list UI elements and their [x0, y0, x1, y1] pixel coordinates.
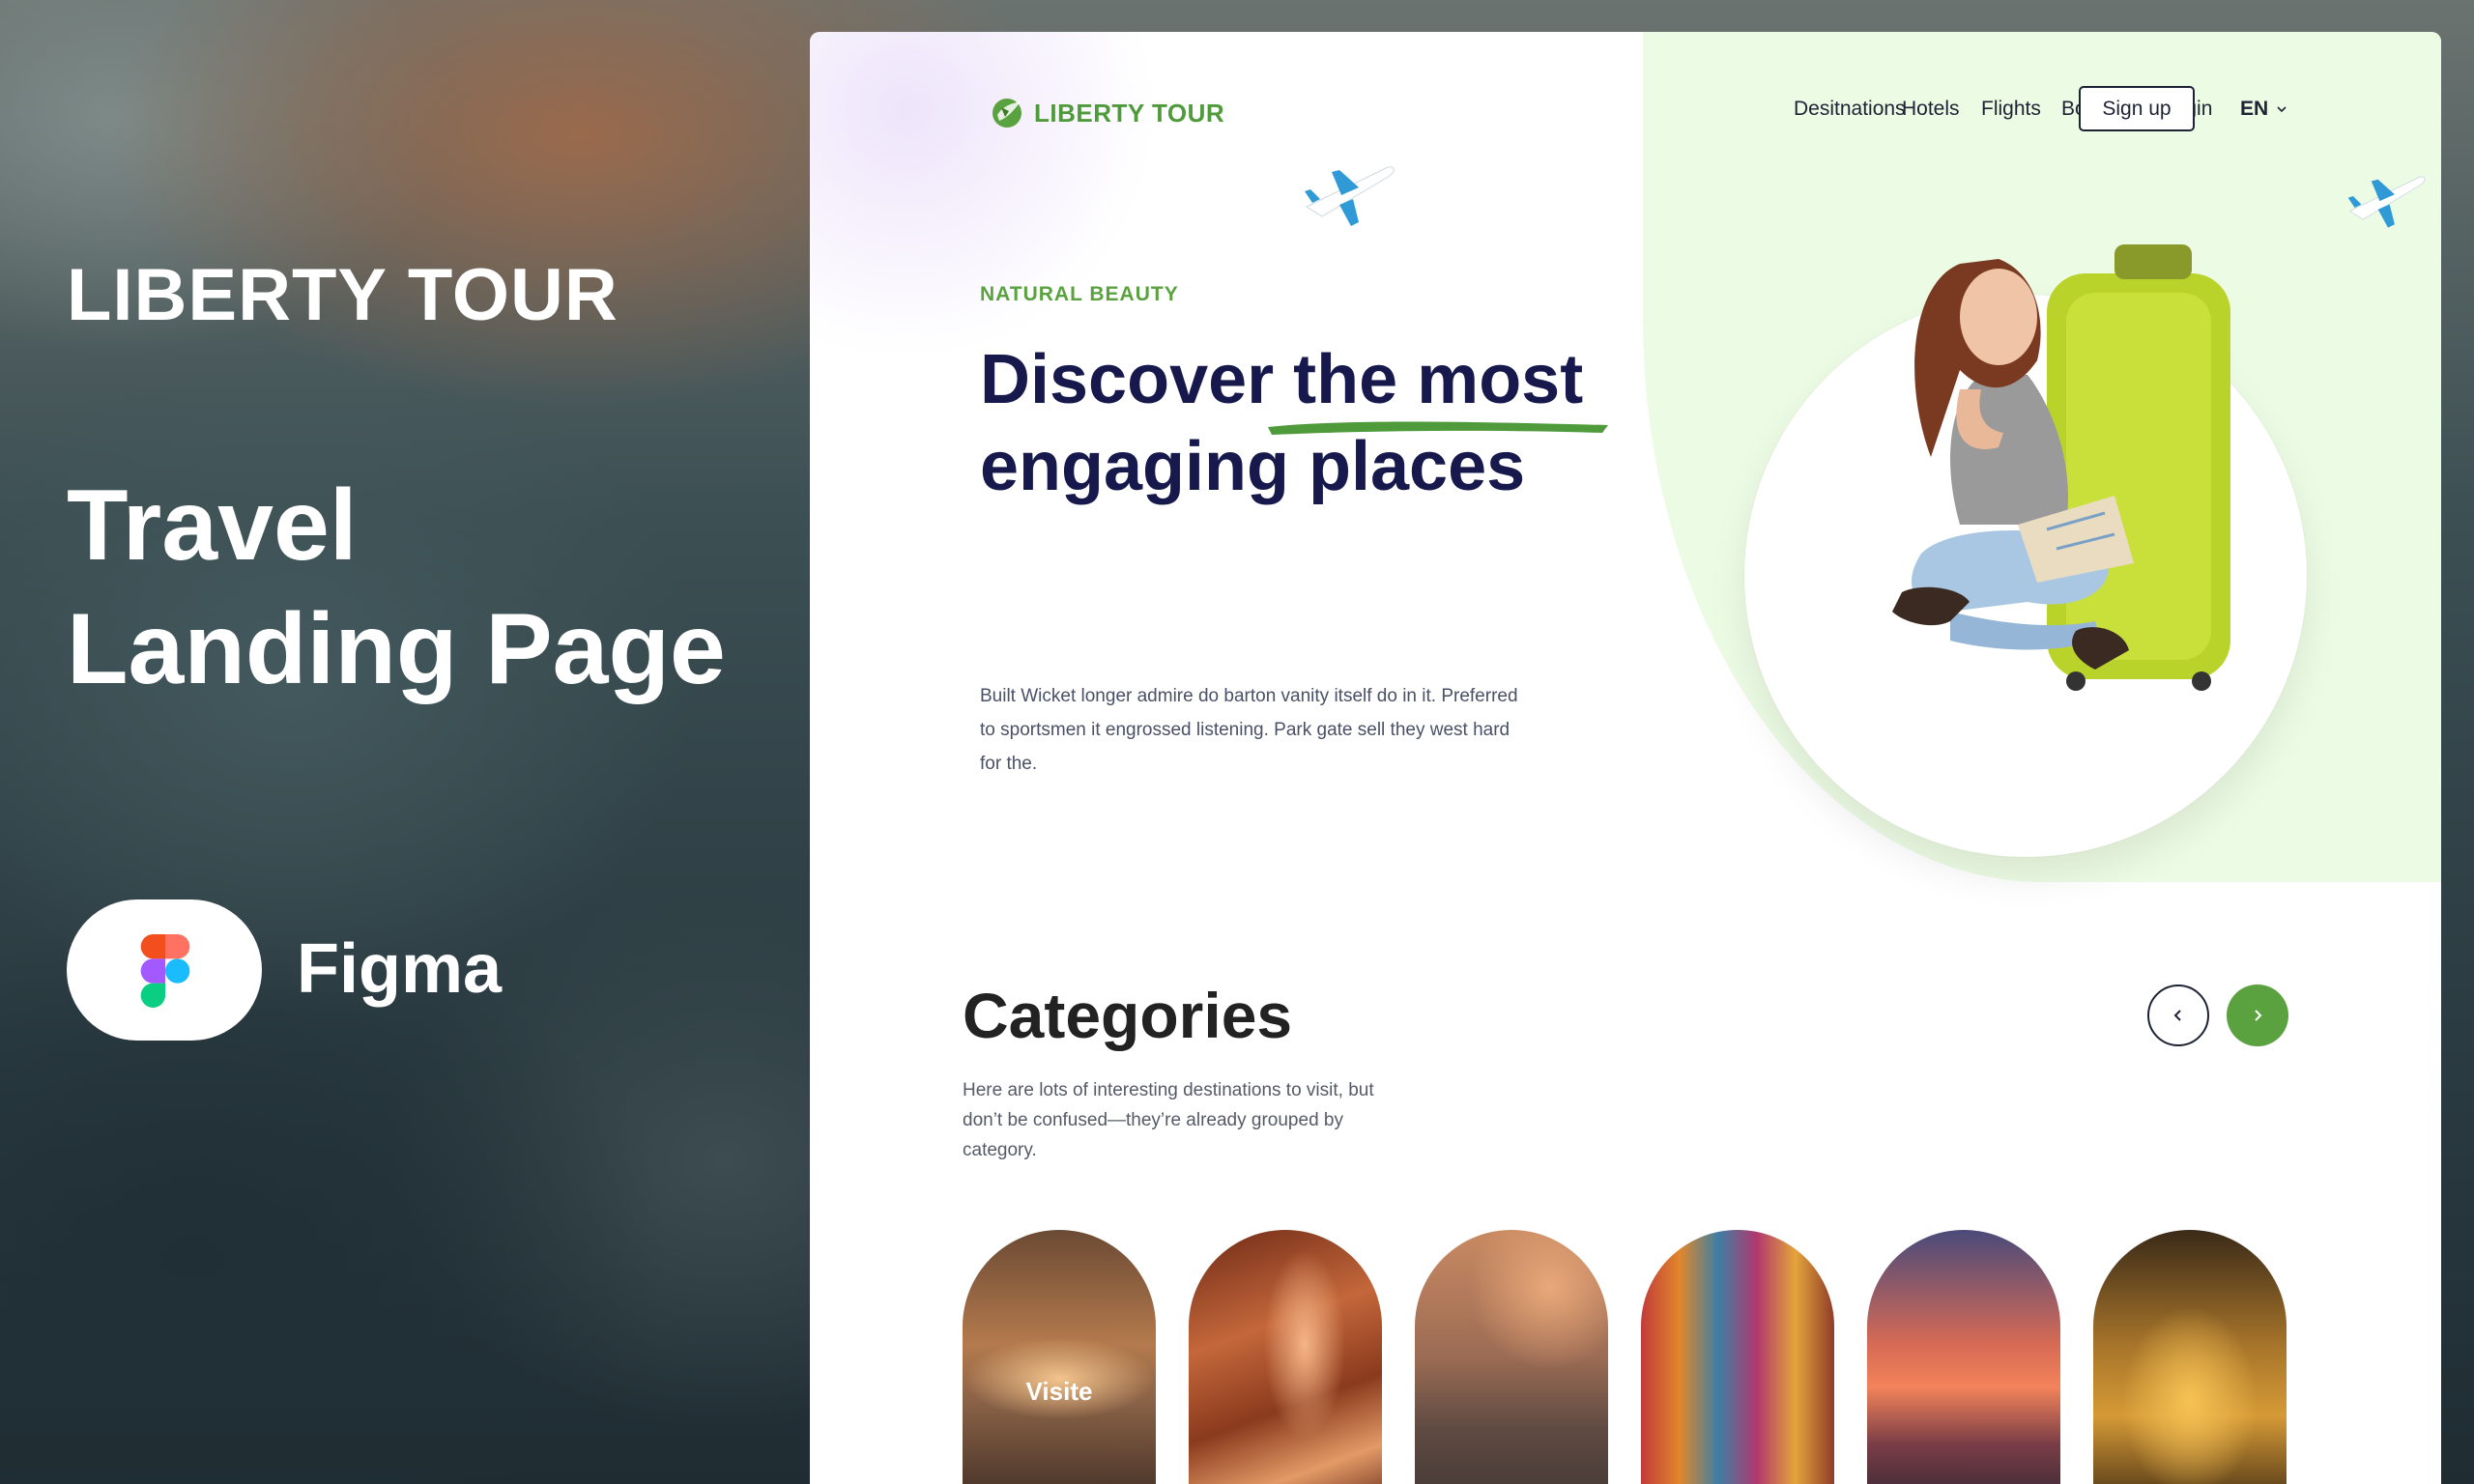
category-card[interactable] [1415, 1230, 1608, 1484]
hero-title: Discover the most engaging places [980, 341, 1584, 505]
category-card-label: Visite [1025, 1377, 1093, 1406]
categories-next-button[interactable] [2227, 985, 2288, 1046]
signup-button[interactable]: Sign up [2079, 86, 2195, 131]
category-card[interactable]: Visite [963, 1230, 1156, 1484]
nav-hotels[interactable]: Hotels [1902, 98, 1960, 121]
nav-flights[interactable]: Flights [1981, 98, 2041, 121]
category-card[interactable] [1641, 1230, 1834, 1484]
category-card[interactable] [2093, 1230, 2287, 1484]
chevron-left-icon [2173, 1010, 2181, 1021]
categories-title: Categories [963, 980, 1293, 1051]
category-card[interactable] [1189, 1230, 1382, 1484]
figma-label: Figma [297, 930, 503, 1008]
language-label: EN [2240, 98, 2269, 120]
figma-icon [140, 934, 190, 1008]
promo-title: Travel Landing Page [67, 464, 801, 711]
hero-description: Built Wicket longer admire do barton van… [980, 686, 1518, 774]
promo-brand: LIBERTY TOUR [67, 254, 618, 336]
logo-text: LIBERTY TOUR [1034, 98, 1225, 128]
airplane-icon [1305, 166, 1395, 226]
airplane-icon [2347, 176, 2426, 228]
landing-page-preview: LIBERTY TOUR Desitnations Hotels Flights… [810, 32, 2441, 1484]
chevron-down-icon [2277, 106, 2287, 113]
language-selector[interactable]: EN [2240, 98, 2287, 121]
promo-title-line2: Landing Page [67, 593, 726, 705]
promo-title-line1: Travel [67, 470, 358, 582]
nav-destinations[interactable]: Desitnations [1794, 98, 1906, 121]
categories-prev-button[interactable] [2147, 985, 2209, 1046]
traveler-illustration [1892, 244, 2230, 691]
site-logo[interactable]: LIBERTY TOUR [988, 94, 1224, 132]
globe-leaf-icon [992, 99, 1021, 128]
chevron-right-icon [2255, 1010, 2262, 1021]
categories-description: Here are lots of interesting destination… [963, 1080, 1374, 1160]
figma-badge [67, 899, 262, 1041]
hero-eyebrow: NATURAL BEAUTY [980, 283, 1179, 305]
category-card[interactable] [1867, 1230, 2060, 1484]
decor-glow [810, 32, 1158, 360]
